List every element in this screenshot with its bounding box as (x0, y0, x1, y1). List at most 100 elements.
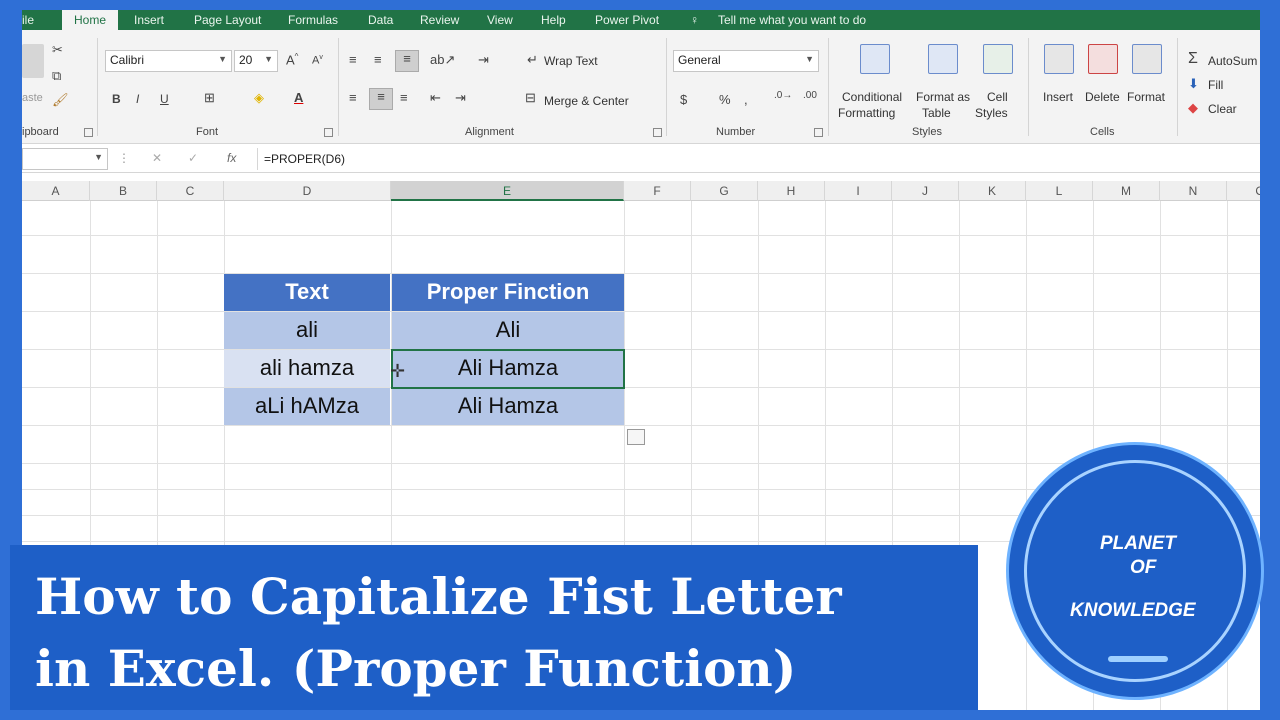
tab-power-pivot[interactable]: Power Pivot (595, 13, 659, 27)
column-header[interactable]: I (825, 181, 892, 201)
table-cell[interactable]: ali (224, 312, 390, 349)
name-box[interactable]: ▼ (22, 148, 108, 170)
formula-bar: ▼ ⋮ ✕ ✓ fx =PROPER(D6) (22, 145, 1260, 173)
copy-icon[interactable]: ⧉ (52, 68, 61, 84)
wrap-text-button[interactable]: Wrap Text (544, 54, 598, 68)
format-as-table-label-1[interactable]: Format as (916, 90, 970, 104)
increase-decimal-icon[interactable]: .0→ (774, 90, 792, 101)
enter-icon[interactable]: ✓ (188, 151, 198, 165)
cut-icon[interactable]: ✂ (52, 42, 63, 58)
insert-cells-icon[interactable] (1044, 44, 1074, 74)
cell-styles-label-2[interactable]: Styles (975, 106, 1008, 120)
bold-button[interactable]: B (112, 92, 121, 106)
decrease-indent-icon[interactable]: ⇤ (430, 90, 441, 106)
table-cell[interactable]: ali hamza (224, 350, 390, 387)
paste-icon[interactable] (22, 44, 44, 78)
table-header-text[interactable]: Text (224, 274, 390, 311)
column-header[interactable]: K (959, 181, 1026, 201)
column-header[interactable]: D (224, 181, 391, 201)
insert-cells-button[interactable]: Insert (1043, 90, 1073, 104)
formula-input[interactable]: =PROPER(D6) (257, 148, 1260, 170)
column-header[interactable]: F (624, 181, 691, 201)
orientation-icon[interactable]: ab↗ (430, 52, 455, 68)
font-color-icon[interactable]: A (294, 90, 303, 105)
table-header-proper[interactable]: Proper Finction (392, 274, 624, 311)
format-painter-icon[interactable]: 🖌 (52, 92, 69, 108)
column-header[interactable]: N (1160, 181, 1227, 201)
format-cells-icon[interactable] (1132, 44, 1162, 74)
number-launcher-icon[interactable] (814, 128, 823, 137)
table-cell[interactable]: aLi hAMza (224, 388, 390, 425)
column-header[interactable]: G (691, 181, 758, 201)
eraser-icon[interactable]: ◆ (1188, 100, 1198, 116)
tab-home[interactable]: Home (62, 10, 119, 30)
column-header[interactable]: O (1227, 181, 1260, 201)
indent-icon[interactable]: ⇥ (478, 52, 489, 68)
tab-insert[interactable]: Insert (134, 13, 164, 27)
tell-me-search[interactable]: Tell me what you want to do (718, 13, 866, 27)
tab-page-layout[interactable]: Page Layout (194, 13, 261, 27)
increase-indent-icon[interactable]: ⇥ (455, 90, 466, 106)
alignment-launcher-icon[interactable] (653, 128, 662, 137)
quick-analysis-icon[interactable] (627, 429, 645, 445)
format-as-table-label-2[interactable]: Table (922, 106, 951, 120)
font-size-select[interactable]: 20 ▼ (234, 50, 278, 72)
tab-view[interactable]: View (487, 13, 513, 27)
tab-help[interactable]: Help (541, 13, 566, 27)
italic-button[interactable]: I (136, 92, 139, 106)
clear-button[interactable]: Clear (1208, 102, 1237, 116)
bottom-align-icon[interactable]: ≡ (395, 50, 419, 72)
font-launcher-icon[interactable] (324, 128, 333, 137)
column-header[interactable]: M (1093, 181, 1160, 201)
format-as-table-icon[interactable] (928, 44, 958, 74)
merge-center-icon[interactable]: ⊟ (525, 90, 536, 106)
delete-cells-icon[interactable] (1088, 44, 1118, 74)
ribbon: aste ✂ ⧉ 🖌 ipboard Calibri ▼ 20 ▼ A^ Av B … (22, 30, 1260, 144)
font-name-select[interactable]: Calibri ▼ (105, 50, 232, 72)
column-header-selected[interactable]: E (391, 181, 624, 201)
table-cell[interactable]: Ali (392, 312, 624, 349)
increase-font-icon[interactable]: A^ (286, 52, 298, 67)
conditional-formatting-icon[interactable] (860, 44, 890, 74)
decrease-decimal-icon[interactable]: .00 (803, 90, 817, 101)
fill-button[interactable]: Fill (1208, 78, 1223, 92)
table-cell[interactable]: Ali Hamza (392, 388, 624, 425)
merge-center-button[interactable]: Merge & Center (544, 94, 629, 108)
tab-formulas[interactable]: Formulas (288, 13, 338, 27)
column-header[interactable]: A (22, 181, 90, 201)
percent-icon[interactable]: % (719, 92, 731, 107)
cancel-icon[interactable]: ✕ (152, 151, 162, 165)
tab-review[interactable]: Review (420, 13, 459, 27)
underline-button[interactable]: U (160, 92, 169, 106)
comma-icon[interactable]: , (744, 92, 748, 107)
middle-align-icon[interactable]: ≡ (374, 52, 382, 67)
fill-icon[interactable]: ⬇ (1188, 76, 1199, 92)
autosum-button[interactable]: AutoSum (1208, 54, 1257, 68)
clipboard-launcher-icon[interactable] (84, 128, 93, 137)
top-align-icon[interactable]: ≡ (349, 52, 357, 67)
format-cells-button[interactable]: Format (1127, 90, 1165, 104)
borders-icon[interactable]: ⊞ (204, 90, 215, 106)
column-header[interactable]: J (892, 181, 959, 201)
insert-function-icon[interactable]: fx (227, 151, 236, 165)
tab-file[interactable]: ile (22, 13, 34, 27)
cell-styles-label-1[interactable]: Cell (987, 90, 1008, 104)
column-header[interactable]: C (157, 181, 224, 201)
align-right-icon[interactable]: ≡ (400, 90, 408, 105)
column-header[interactable]: L (1026, 181, 1093, 201)
currency-icon[interactable]: $ (680, 92, 687, 107)
autosum-icon[interactable]: Σ (1188, 50, 1198, 68)
conditional-formatting-label-2[interactable]: Formatting (838, 106, 895, 120)
conditional-formatting-label-1[interactable]: Conditional (842, 90, 902, 104)
wrap-text-icon[interactable]: ↵ (527, 52, 538, 68)
fill-color-icon[interactable]: ◈ (254, 90, 264, 106)
number-format-select[interactable]: General ▼ (673, 50, 819, 72)
column-header[interactable]: B (90, 181, 157, 201)
tab-data[interactable]: Data (368, 13, 393, 27)
cell-styles-icon[interactable] (983, 44, 1013, 74)
decrease-font-icon[interactable]: Av (312, 54, 323, 67)
align-center-icon[interactable]: ≡ (369, 88, 393, 110)
column-header[interactable]: H (758, 181, 825, 201)
delete-cells-button[interactable]: Delete (1085, 90, 1120, 104)
align-left-icon[interactable]: ≡ (349, 90, 357, 105)
